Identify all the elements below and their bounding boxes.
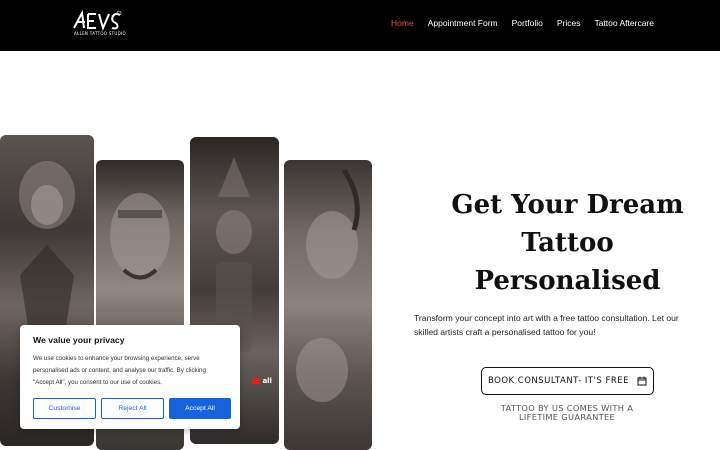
tattoo-illustration xyxy=(296,168,360,402)
cookie-consent-banner: We value your privacy We use cookies to … xyxy=(20,325,240,429)
guarantee-text: TATTOO BY US COMES WITH A LIFETIME GUARA… xyxy=(500,403,634,422)
hero-title-line-3: Personalised xyxy=(474,266,661,296)
youtube-watermark: all xyxy=(252,377,272,385)
hero-description: Transform your concept into art with a f… xyxy=(414,313,679,337)
hero-title: Get Your Dream Tattoo Personalised xyxy=(440,186,695,300)
book-button-label: BOOK CONSULTANT- IT'S FREE xyxy=(487,376,630,386)
nav-prices[interactable]: Prices xyxy=(557,18,581,28)
youtube-icon xyxy=(252,378,260,384)
reject-all-button[interactable]: Reject All xyxy=(101,398,164,419)
watermark-text: all xyxy=(262,377,272,385)
site-header: ALLEN TATTOO STUDIO Home Appointment For… xyxy=(0,0,720,51)
cookie-title: We value your privacy xyxy=(33,335,125,345)
calendar-icon xyxy=(637,376,647,386)
nav-portfolio[interactable]: Portfolio xyxy=(512,18,543,28)
book-consultation-button[interactable]: BOOK CONSULTANT- IT'S FREE xyxy=(481,367,654,395)
logo-text: ALLEN TATTOO STUDIO xyxy=(74,31,126,36)
main-nav: Home Appointment Form Portfolio Prices T… xyxy=(391,18,654,28)
nav-home[interactable]: Home xyxy=(391,18,414,28)
logo-mark-icon xyxy=(73,9,122,31)
nav-tattoo-aftercare[interactable]: Tattoo Aftercare xyxy=(594,18,654,28)
hero-title-line-2: Tattoo xyxy=(521,228,614,258)
tattoo-photo-krishna-radha xyxy=(284,160,372,450)
customise-button[interactable]: Customise xyxy=(33,398,96,419)
cookie-actions: Customise Reject All Accept All xyxy=(33,398,231,419)
cookie-body: We use cookies to enhance your browsing … xyxy=(33,355,206,386)
nav-appointment-form[interactable]: Appointment Form xyxy=(428,18,498,28)
accept-all-button[interactable]: Accept All xyxy=(169,398,231,419)
hero-title-line-1: Get Your Dream xyxy=(451,190,684,220)
